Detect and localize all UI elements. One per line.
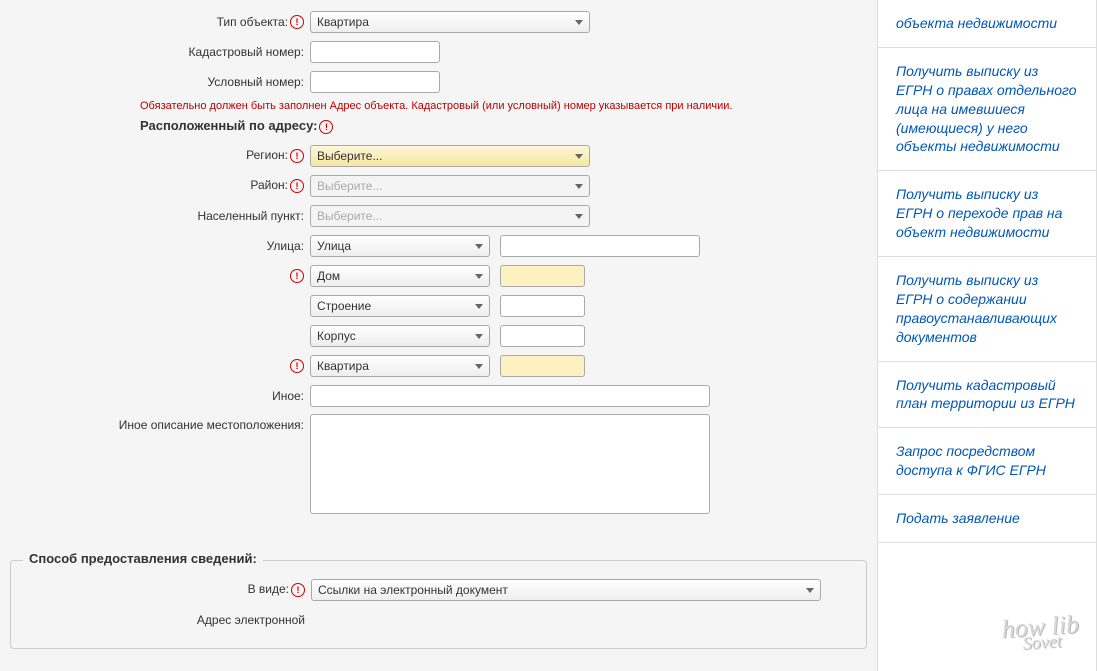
district-select[interactable]: Выберите... (310, 175, 590, 197)
sidebar: объекта недвижимости Получить выписку из… (877, 0, 1097, 671)
sidebar-link[interactable]: Получить выписку из ЕГРН о правах отдель… (878, 48, 1096, 171)
object-type-label: Тип объекта:! (10, 15, 310, 30)
settlement-label: Населенный пункт: (10, 209, 310, 223)
apartment-type-select[interactable]: Квартира (310, 355, 490, 377)
other-input[interactable] (310, 385, 710, 407)
apartment-label: ! (10, 358, 310, 373)
main-form: Тип объекта:! Квартира Кадастровый номер… (0, 0, 877, 671)
corpus-type-select[interactable]: Корпус (310, 325, 490, 347)
object-type-select[interactable]: Квартира (310, 11, 590, 33)
email-label: Адрес электронной (11, 613, 311, 627)
street-name-input[interactable] (500, 235, 700, 257)
other-label: Иное: (10, 389, 310, 403)
sidebar-link[interactable]: объекта недвижимости (878, 0, 1096, 48)
address-hint: Обязательно должен быть заполнен Адрес о… (140, 100, 867, 112)
sidebar-link[interactable]: Получить выписку из ЕГРН о переходе прав… (878, 171, 1096, 257)
required-icon: ! (319, 120, 333, 134)
district-label: Район:! (10, 178, 310, 193)
format-select[interactable]: Ссылки на электронный документ (311, 579, 821, 601)
settlement-select[interactable]: Выберите... (310, 205, 590, 227)
required-icon: ! (291, 583, 305, 597)
house-label: ! (10, 268, 310, 283)
cad-number-label: Кадастровый номер: (10, 45, 310, 59)
house-number-input[interactable] (500, 265, 585, 287)
required-icon: ! (290, 359, 304, 373)
sidebar-link[interactable]: Подать заявление (878, 495, 1096, 543)
address-heading: Расположенный по адресу:! (140, 118, 867, 134)
cad-number-input[interactable] (310, 41, 440, 63)
sidebar-link[interactable]: Запрос посредством доступа к ФГИС ЕГРН (878, 428, 1096, 495)
other-desc-textarea[interactable] (310, 414, 710, 514)
house-type-select[interactable]: Дом (310, 265, 490, 287)
delivery-fieldset: Способ предоставления сведений: В виде:!… (10, 560, 867, 649)
corpus-number-input[interactable] (500, 325, 585, 347)
cond-number-input[interactable] (310, 71, 440, 93)
apartment-number-input[interactable] (500, 355, 585, 377)
format-label: В виде:! (11, 582, 311, 597)
required-icon: ! (290, 269, 304, 283)
street-type-select[interactable]: Улица (310, 235, 490, 257)
region-label: Регион:! (10, 148, 310, 163)
other-desc-label: Иное описание местоположения: (10, 414, 310, 432)
street-label: Улица: (10, 239, 310, 253)
required-icon: ! (290, 149, 304, 163)
sidebar-link[interactable]: Получить кадастровый план территории из … (878, 362, 1096, 429)
delivery-legend: Способ предоставления сведений: (23, 551, 263, 566)
required-icon: ! (290, 179, 304, 193)
sidebar-link[interactable]: Получить выписку из ЕГРН о содержании пр… (878, 257, 1096, 362)
cond-number-label: Условный номер: (10, 75, 310, 89)
building-type-select[interactable]: Строение (310, 295, 490, 317)
region-select[interactable]: Выберите... (310, 145, 590, 167)
required-icon: ! (290, 15, 304, 29)
building-number-input[interactable] (500, 295, 585, 317)
